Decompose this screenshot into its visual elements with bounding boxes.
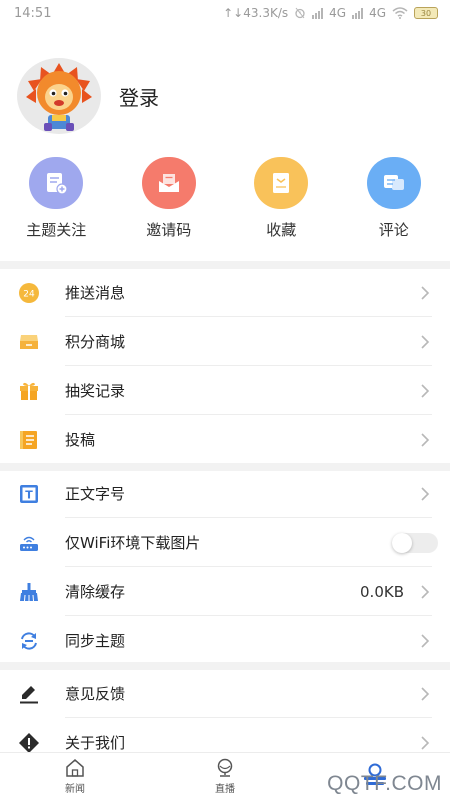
cache-size-value: 0.0KB — [360, 582, 404, 601]
menu-item-push[interactable]: 24 推送消息 — [0, 268, 450, 317]
menu-label-sync-topics: 同步主题 — [65, 632, 126, 650]
chevron-right-icon — [421, 486, 430, 501]
battery-icon: 30 — [414, 7, 438, 19]
signal-icon — [312, 7, 324, 19]
router-icon — [18, 532, 40, 554]
pencil-icon — [18, 683, 40, 705]
wifi-icon — [392, 7, 408, 19]
status-bar: 14:51 ↑↓43.3K/s 4G 4G 30 — [0, 0, 450, 26]
menu-label-wifi-images: 仅WiFi环境下载图片 — [65, 534, 201, 552]
nav-live-label: 直播 — [215, 784, 235, 795]
topic-follow-icon — [29, 157, 84, 209]
menu-item-wifi-images: 仅WiFi环境下载图片 — [0, 518, 450, 567]
invite-code-icon — [141, 157, 196, 209]
chevron-right-icon — [421, 584, 430, 599]
menu-label-push: 推送消息 — [65, 284, 126, 302]
mascot-avatar-icon — [26, 63, 92, 131]
invite-code-button[interactable]: 邀请码 — [113, 157, 226, 240]
nav-news-label: 新闻 — [65, 784, 85, 795]
text-size-icon: T — [18, 483, 40, 505]
chevron-right-icon — [421, 285, 430, 300]
signal-icon-2 — [352, 7, 364, 19]
menu-label-submit: 投稿 — [65, 431, 96, 449]
menu-label-feedback: 意见反馈 — [65, 685, 126, 703]
svg-text:T: T — [25, 488, 33, 501]
favorites-button[interactable]: 收藏 — [225, 157, 338, 240]
gift-icon — [18, 380, 40, 402]
menu-item-sync-topics[interactable]: 同步主题 — [0, 616, 450, 665]
quick-actions: 主题关注 邀请码 收藏 评论 — [0, 157, 450, 240]
svg-text:24: 24 — [23, 289, 35, 299]
alarm-icon — [295, 7, 305, 19]
menu-label-about: 关于我们 — [65, 734, 126, 752]
push-clock-icon: 24 — [18, 282, 40, 304]
status-time: 14:51 — [14, 5, 52, 21]
network-type-1: 4G — [329, 6, 347, 20]
notepad-icon — [18, 429, 40, 451]
network-type-2: 4G — [369, 6, 386, 20]
menu-label-lottery: 抽奖记录 — [65, 382, 126, 400]
avatar[interactable] — [17, 58, 101, 134]
menu-label-clear-cache: 清除缓存 — [65, 583, 126, 601]
topic-follow-button[interactable]: 主题关注 — [0, 157, 113, 240]
menu-item-lottery[interactable]: 抽奖记录 — [0, 366, 450, 415]
chevron-right-icon — [421, 383, 430, 398]
menu-item-clear-cache[interactable]: 清除缓存 0.0KB — [0, 567, 450, 616]
favorites-icon — [254, 157, 309, 209]
invite-code-label: 邀请码 — [146, 221, 192, 239]
menu-item-submit[interactable]: 投稿 — [0, 415, 450, 464]
comments-icon — [366, 157, 421, 209]
chevron-right-icon — [421, 432, 430, 447]
network-speed: ↑↓43.3K/s — [223, 6, 289, 20]
menu-label-points-mall: 积分商城 — [65, 333, 126, 351]
chevron-right-icon — [421, 686, 430, 701]
login-link[interactable]: 登录 — [119, 82, 159, 111]
chevron-right-icon — [421, 633, 430, 648]
favorites-label: 收藏 — [266, 221, 297, 239]
comments-label: 评论 — [378, 221, 409, 239]
profile-header[interactable]: 登录 — [17, 58, 159, 134]
chevron-right-icon — [421, 334, 430, 349]
menu-item-feedback[interactable]: 意见反馈 — [0, 669, 450, 718]
status-indicators: ↑↓43.3K/s 4G 4G 30 — [223, 6, 438, 20]
sync-icon — [18, 630, 40, 652]
topic-follow-label: 主题关注 — [26, 221, 87, 239]
wifi-images-toggle[interactable] — [392, 532, 438, 553]
menu-label-font-size: 正文字号 — [65, 485, 126, 503]
menu-item-font-size[interactable]: T 正文字号 — [0, 469, 450, 518]
nav-live[interactable]: 直播 — [150, 753, 300, 800]
toggle-knob — [392, 532, 412, 553]
broom-icon — [18, 581, 40, 603]
chevron-right-icon — [421, 735, 430, 750]
live-globe-icon — [217, 758, 233, 777]
watermark: QQTF.COM — [327, 772, 442, 795]
menu-item-points-mall[interactable]: 积分商城 — [0, 317, 450, 366]
info-warning-icon — [18, 732, 40, 754]
home-icon — [66, 759, 84, 777]
comments-button[interactable]: 评论 — [338, 157, 450, 240]
store-icon — [18, 331, 40, 353]
nav-news[interactable]: 新闻 — [0, 753, 150, 800]
